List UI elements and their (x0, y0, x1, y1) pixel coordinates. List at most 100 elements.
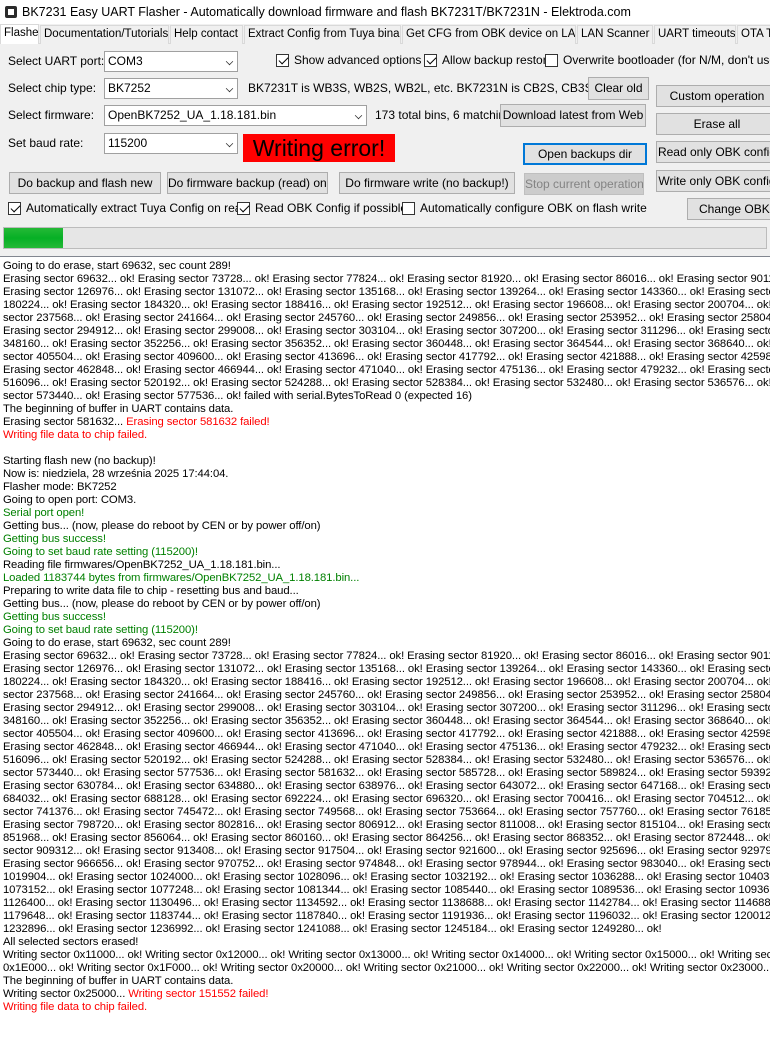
log-text: 1126400... ok! Erasing sector 1130496...… (3, 897, 770, 909)
log-text: 516096... ok! Erasing sector 520192... o… (3, 754, 770, 766)
flasher-panel: Select UART port: COM3 Show advanced opt… (0, 44, 770, 256)
log-text: All selected sectors erased! (3, 936, 139, 948)
tab-lan-scanner[interactable]: LAN Scanner (577, 25, 653, 44)
log-line: Flasher mode: BK7252 (3, 481, 770, 494)
log-text: 348160... ok! Erasing sector 352256... o… (3, 338, 770, 350)
log-line: The beginning of buffer in UART contains… (3, 403, 770, 416)
log-line: sector 909312... ok! Erasing sector 9134… (3, 845, 770, 858)
log-text: sector 573440... ok! Erasing sector 5775… (3, 767, 770, 779)
auto-configure-checkbox[interactable]: Automatically configure OBK on flash wri… (402, 200, 647, 216)
tab-documentation[interactable]: Documentation/Tutorials (40, 25, 169, 44)
erase-all-button[interactable]: Erase all (656, 113, 770, 135)
log-line: Preparing to write data file to chip - r… (3, 585, 770, 598)
log-error-text: Writing sector 151552 failed! (128, 988, 269, 1000)
log-line: Going to set baud rate setting (115200)! (3, 546, 770, 559)
log-text: sector 909312... ok! Erasing sector 9134… (3, 845, 770, 857)
log-text: sector 237568... ok! Erasing sector 2416… (3, 312, 770, 324)
log-line: Writing sector 0x11000... ok! Writing se… (3, 949, 770, 962)
log-line: Going to do erase, start 69632, sec coun… (3, 637, 770, 650)
firmware-select[interactable]: OpenBK7252_UA_1.18.181.bin (104, 105, 367, 126)
checkbox-checked-icon (8, 201, 21, 215)
tab-get-cfg[interactable]: Get CFG from OBK device on LAN (402, 25, 576, 44)
bins-info: 173 total bins, 6 matching. (375, 108, 516, 122)
log-line: 180224... ok! Erasing sector 184320... o… (3, 676, 770, 689)
log-text: sector 237568... ok! Erasing sector 2416… (3, 689, 770, 701)
overwrite-bootloader-checkbox[interactable]: Overwrite bootloader (for N/M, don't use… (545, 52, 770, 68)
log-line: Erasing sector 126976... ok! Erasing sec… (3, 663, 770, 676)
log-text: Writing sector 0x25000... (3, 988, 129, 1000)
log-text: Erasing sector 798720... ok! Erasing sec… (3, 819, 770, 831)
log-line: Erasing sector 69632... ok! Erasing sect… (3, 273, 770, 286)
port-select[interactable]: COM3 (104, 51, 238, 72)
log-text: 180224... ok! Erasing sector 184320... o… (3, 299, 770, 311)
log-line: Erasing sector 798720... ok! Erasing sec… (3, 819, 770, 832)
baud-select[interactable]: 115200 (104, 133, 238, 154)
read-obk-config-button[interactable]: Read only OBK config (656, 141, 770, 163)
chevron-down-icon (225, 57, 234, 66)
tab-uart-timeouts[interactable]: UART timeouts (654, 25, 736, 44)
log-line: Getting bus... (now, please do reboot by… (3, 520, 770, 533)
log-text: Erasing sector 294912... ok! Erasing sec… (3, 702, 770, 714)
backup-and-flash-button[interactable]: Do backup and flash new (9, 172, 161, 194)
log-text: 1019904... ok! Erasing sector 1024000...… (3, 871, 770, 883)
log-text: Writing sector 0x11000... ok! Writing se… (3, 949, 770, 961)
log-line: Reading file firmwares/OpenBK7252_UA_1.1… (3, 559, 770, 572)
log-line: Getting bus success! (3, 611, 770, 624)
log-text: Erasing sector 126976... ok! Erasing sec… (3, 663, 770, 675)
read-obk-config-label: Read OBK Config if possible (255, 201, 408, 215)
allow-backup-restore-checkbox[interactable]: Allow backup restore (424, 52, 553, 68)
log-text: Going to open port: COM3. (3, 494, 137, 506)
log-error-text: Erasing sector 581632 failed! (126, 416, 270, 428)
log-line: Getting bus... (now, please do reboot by… (3, 598, 770, 611)
tab-extract-config[interactable]: Extract Config from Tuya binary (244, 25, 401, 44)
log-line: sector 741376... ok! Erasing sector 7454… (3, 806, 770, 819)
tab-flasher[interactable]: Flasher (0, 24, 39, 45)
change-obk-button[interactable]: Change OBK s (687, 198, 770, 220)
log-text: The beginning of buffer in UART contains… (3, 975, 234, 987)
write-obk-config-button[interactable]: Write only OBK config (656, 170, 770, 192)
extract-tuya-checkbox[interactable]: Automatically extract Tuya Config on rea… (8, 200, 248, 216)
tab-help-contact[interactable]: Help contact (170, 25, 243, 44)
show-advanced-label: Show advanced options (294, 53, 422, 67)
read-obk-config-checkbox[interactable]: Read OBK Config if possible (237, 200, 407, 216)
checkbox-checked-icon (237, 201, 250, 215)
auto-configure-label: Automatically configure OBK on flash wri… (420, 201, 647, 215)
log-text: Loaded 1183744 bytes from firmwares/Open… (3, 572, 360, 584)
log-line: 516096... ok! Erasing sector 520192... o… (3, 377, 770, 390)
download-latest-button[interactable]: Download latest from Web (500, 104, 646, 127)
progress-bar (3, 227, 767, 249)
chevron-down-icon (354, 111, 363, 120)
custom-operation-button[interactable]: Custom operation (656, 85, 770, 107)
clear-old-button[interactable]: Clear old (588, 77, 649, 100)
log-text: Reading file firmwares/OpenBK7252_UA_1.1… (3, 559, 281, 571)
show-advanced-checkbox[interactable]: Show advanced options (276, 52, 421, 68)
log-line: Serial port open! (3, 507, 770, 520)
log-line: 348160... ok! Erasing sector 352256... o… (3, 715, 770, 728)
log-text: Going to set baud rate setting (115200)! (3, 624, 198, 636)
firmware-value: OpenBK7252_UA_1.18.181.bin (108, 108, 277, 122)
log-text: 180224... ok! Erasing sector 184320... o… (3, 676, 770, 688)
log-text: Erasing sector 462848... ok! Erasing sec… (3, 364, 770, 376)
log-text: Erasing sector 69632... ok! Erasing sect… (3, 273, 770, 285)
checkbox-unchecked-icon (402, 201, 415, 215)
log-text: Erasing sector 630784... ok! Erasing sec… (3, 780, 770, 792)
app-icon (5, 6, 17, 18)
checkbox-checked-icon (276, 53, 289, 67)
allow-backup-restore-label: Allow backup restore (442, 53, 554, 67)
log-line: The beginning of buffer in UART contains… (3, 975, 770, 988)
chevron-down-icon (225, 84, 234, 93)
log-text: Going to set baud rate setting (115200)! (3, 546, 198, 558)
log-text: Flasher mode: BK7252 (3, 481, 117, 493)
chip-select[interactable]: BK7252 (104, 78, 238, 99)
log-text: sector 405504... ok! Erasing sector 4096… (3, 351, 770, 363)
tab-ota[interactable]: OTA T (737, 25, 770, 44)
port-label: Select UART port: (8, 54, 105, 68)
open-backups-button[interactable]: Open backups dir (523, 143, 647, 165)
log-line: Erasing sector 294912... ok! Erasing sec… (3, 325, 770, 338)
log-line: 516096... ok! Erasing sector 520192... o… (3, 754, 770, 767)
firmware-backup-button[interactable]: Do firmware backup (read) only (167, 172, 328, 194)
firmware-write-button[interactable]: Do firmware write (no backup!) (339, 172, 515, 194)
stop-operation-button[interactable]: Stop current operation (524, 173, 644, 195)
log-line: Erasing sector 126976... ok! Erasing sec… (3, 286, 770, 299)
log-output[interactable]: Going to do erase, start 69632, sec coun… (0, 256, 770, 1037)
